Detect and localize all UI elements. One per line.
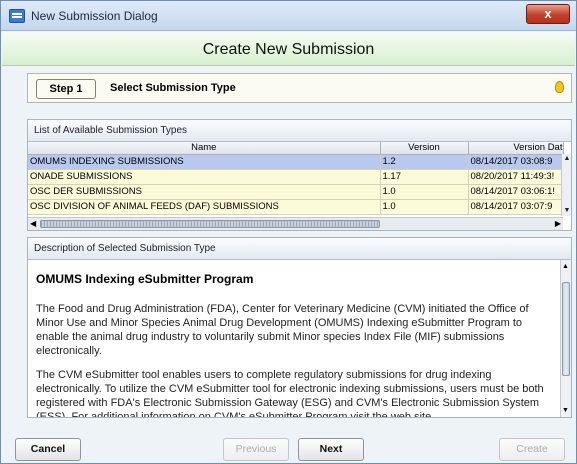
submission-types-table: Name Version Version Dat OMUMS INDEXING …: [28, 142, 564, 215]
cell-version: 1.0: [380, 199, 469, 215]
cell-date: 08/14/2017 03:06:1!: [468, 184, 564, 200]
button-bar: Cancel Previous Next Create: [1, 429, 576, 463]
list-vertical-scrollbar[interactable]: ▲ ▼: [561, 154, 571, 216]
cell-version: 1.2: [380, 154, 469, 170]
scroll-up-icon[interactable]: ▲: [562, 263, 569, 270]
panel-title: Description of Selected Submission Type: [34, 243, 216, 254]
description-paragraph: The CVM eSubmitter tool enables users to…: [36, 369, 544, 418]
description-scrollbar[interactable]: ▲ ▼: [560, 260, 571, 417]
table-row[interactable]: ONADE SUBMISSIONS 1.17 08/20/2017 11:49:…: [28, 169, 564, 185]
previous-button[interactable]: Previous: [223, 438, 289, 461]
next-button[interactable]: Next: [298, 438, 364, 461]
cell-name: ONADE SUBMISSIONS: [28, 169, 381, 185]
panel-header: Description of Selected Submission Type: [28, 238, 571, 260]
app-icon: [9, 9, 25, 23]
table-row[interactable]: OSC DIVISION OF ANIMAL FEEDS (DAF) SUBMI…: [28, 199, 564, 215]
step-label: Select Submission Type: [110, 82, 236, 94]
description-body: OMUMS Indexing eSubmitter Program The Fo…: [36, 272, 558, 418]
scroll-up-icon[interactable]: ▲: [563, 155, 571, 163]
cell-version: 1.17: [380, 169, 469, 185]
column-header-version[interactable]: Version: [380, 142, 469, 155]
cell-date: 08/20/2017 11:49:3!: [468, 169, 564, 185]
cell-name: OSC DER SUBMISSIONS: [28, 184, 381, 200]
cell-version: 1.0: [380, 184, 469, 200]
step-1-button[interactable]: Step 1: [36, 79, 96, 99]
column-header-version-date[interactable]: Version Dat: [468, 142, 564, 155]
panel-header: List of Available Submission Types: [28, 120, 571, 142]
scroll-down-icon[interactable]: ▼: [563, 207, 571, 215]
lightbulb-icon[interactable]: [555, 81, 564, 93]
scrollbar-thumb[interactable]: [40, 220, 380, 228]
window-title: New Submission Dialog: [31, 9, 158, 23]
cell-date: 08/14/2017 03:08:9: [468, 154, 564, 170]
table-row[interactable]: OSC DER SUBMISSIONS 1.0 08/14/2017 03:06…: [28, 184, 564, 200]
description-panel: Description of Selected Submission Type …: [27, 237, 572, 418]
page-title: Create New Submission: [202, 41, 375, 58]
cancel-button[interactable]: Cancel: [15, 438, 81, 461]
scroll-left-icon[interactable]: ◀: [30, 219, 36, 228]
create-button[interactable]: Create: [499, 438, 565, 461]
column-header-name[interactable]: Name: [28, 142, 381, 155]
cell-name: OSC DIVISION OF ANIMAL FEEDS (DAF) SUBMI…: [28, 199, 381, 215]
scroll-right-icon[interactable]: ▶: [555, 219, 561, 228]
list-horizontal-scrollbar[interactable]: ◀ ▶: [28, 217, 563, 230]
scroll-down-icon[interactable]: ▼: [562, 407, 569, 414]
description-paragraph: The Food and Drug Administration (FDA), …: [36, 303, 529, 357]
panel-title: List of Available Submission Types: [34, 125, 188, 136]
submission-types-panel: List of Available Submission Types Name …: [27, 119, 572, 231]
cell-date: 08/14/2017 03:07:9: [468, 199, 564, 215]
close-button[interactable]: x: [526, 4, 570, 24]
description-heading: OMUMS Indexing eSubmitter Program: [36, 272, 254, 286]
title-bar[interactable]: New Submission Dialog x: [1, 1, 576, 31]
table-row[interactable]: OMUMS INDEXING SUBMISSIONS 1.2 08/14/201…: [28, 154, 564, 170]
new-submission-dialog: New Submission Dialog x Create New Submi…: [0, 0, 577, 464]
cell-name: OMUMS INDEXING SUBMISSIONS: [28, 154, 381, 170]
header-banner: Create New Submission: [2, 32, 575, 66]
scrollbar-thumb[interactable]: [562, 282, 570, 376]
step-indicator: Step 1 Select Submission Type: [27, 73, 572, 103]
